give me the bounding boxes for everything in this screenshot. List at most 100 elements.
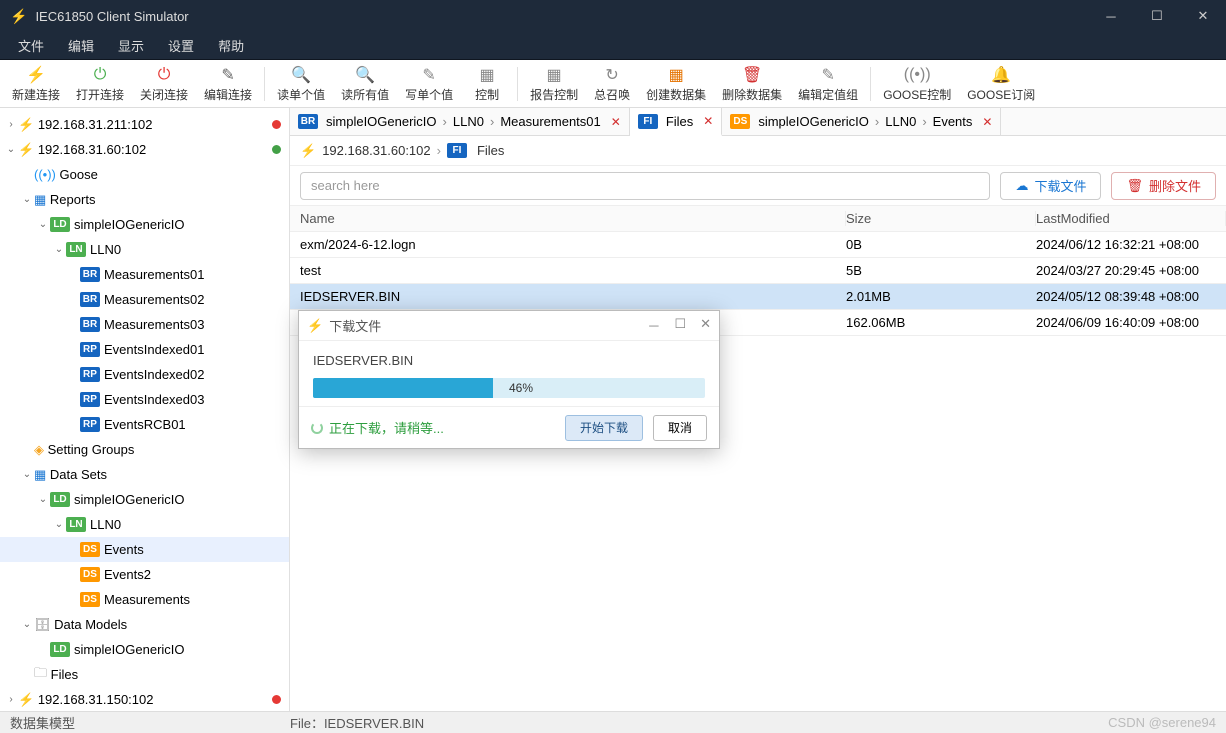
app-icon: ⚡ [10, 8, 27, 25]
tree-ds[interactable]: DSEvents [0, 537, 289, 562]
tree-rp[interactable]: RPEventsIndexed03 [0, 387, 289, 412]
tab[interactable]: FIFiles✕ [630, 108, 723, 136]
app-title: IEC61850 Client Simulator [35, 9, 188, 24]
dialog-titlebar[interactable]: ⚡ 下载文件 － ☐ ✕ [299, 311, 719, 341]
toolbar-打开连接[interactable]: ⏻打开连接 [68, 62, 132, 105]
toolbar-读所有值[interactable]: 🔍读所有值 [333, 62, 397, 105]
tree-datasets[interactable]: ⌄▦ Data Sets [0, 462, 289, 487]
connection-label: 192.168.31.150:102 [38, 692, 154, 707]
menu-显示[interactable]: 显示 [106, 32, 156, 59]
toolbar-icon: 🔍 [291, 64, 311, 86]
spinner-icon [311, 422, 323, 434]
table-row[interactable]: IEDSERVER.BIN2.01MB2024/05/12 08:39:48 +… [290, 284, 1226, 310]
close-button[interactable]: ✕ [1180, 0, 1226, 32]
toolbar-创建数据集[interactable]: ▦创建数据集 [638, 62, 714, 105]
toolbar-删除数据集[interactable]: 🗑删除数据集 [714, 62, 790, 105]
menu-文件[interactable]: 文件 [6, 32, 56, 59]
tab-close-icon[interactable]: ✕ [982, 115, 992, 129]
download-dialog: ⚡ 下载文件 － ☐ ✕ IEDSERVER.BIN 46% 正在下载，请稍等.… [298, 310, 720, 449]
bolt-icon: ⚡ [307, 318, 323, 334]
toolbar-icon: ((•)) [904, 64, 931, 86]
toolbar-icon: ⏻ [94, 64, 107, 86]
connection-label: 192.168.31.211:102 [38, 117, 153, 132]
breadcrumb-page[interactable]: Files [477, 143, 504, 158]
tree-ds[interactable]: DSEvents2 [0, 562, 289, 587]
toolbar-报告控制[interactable]: ▦报告控制 [522, 62, 586, 105]
tree-ld[interactable]: LDsimpleIOGenericIO [0, 637, 289, 662]
breadcrumb: ⚡ 192.168.31.60:102 › FI Files [290, 136, 1226, 166]
toolbar-读单个值[interactable]: 🔍读单个值 [269, 62, 333, 105]
tree-goose[interactable]: ((•)) Goose [0, 162, 289, 187]
col-modified[interactable]: LastModified [1036, 211, 1226, 226]
dialog-filename: IEDSERVER.BIN [313, 353, 705, 368]
tree-reports[interactable]: ⌄▦ Reports [0, 187, 289, 212]
tabs: BRsimpleIOGenericIO›LLN0›Measurements01✕… [290, 108, 1226, 136]
tree-ld[interactable]: ⌄LDsimpleIOGenericIO [0, 212, 289, 237]
dialog-maximize-button[interactable]: ☐ [674, 316, 686, 335]
toolbar-icon: ⏻ [158, 64, 171, 86]
dialog-minimize-button[interactable]: － [647, 316, 660, 335]
tree-rp[interactable]: RPEventsIndexed02 [0, 362, 289, 387]
toolbar-GOOSE订阅[interactable]: 🔔GOOSE订阅 [959, 62, 1043, 105]
table-row[interactable]: test5B2024/03/27 20:29:45 +08:00 [290, 258, 1226, 284]
tab-close-icon[interactable]: ✕ [703, 114, 713, 128]
menubar: 文件编辑显示设置帮助 [0, 32, 1226, 60]
tree-ln[interactable]: ⌄LNLLN0 [0, 237, 289, 262]
tree-rp[interactable]: RPEventsRCB01 [0, 412, 289, 437]
menu-帮助[interactable]: 帮助 [206, 32, 256, 59]
delete-file-button[interactable]: 🗑删除文件 [1111, 172, 1216, 200]
toolbar-icon: ▦ [480, 64, 495, 86]
cancel-button[interactable]: 取消 [653, 415, 707, 441]
toolbar-写单个值[interactable]: ✎写单个值 [397, 62, 461, 105]
breadcrumb-addr[interactable]: 192.168.31.60:102 [322, 143, 430, 158]
tree-ds[interactable]: DSMeasurements [0, 587, 289, 612]
search-input[interactable]: search here [300, 172, 990, 200]
toolbar-separator [517, 67, 518, 101]
tab[interactable]: DSsimpleIOGenericIO›LLN0›Events✕ [722, 108, 1001, 135]
tree-ln[interactable]: ⌄LNLLN0 [0, 512, 289, 537]
tab-badge-icon: DS [730, 114, 750, 129]
progress-bar: 46% [313, 378, 705, 398]
tab[interactable]: BRsimpleIOGenericIO›LLN0›Measurements01✕ [290, 108, 630, 135]
menu-编辑[interactable]: 编辑 [56, 32, 106, 59]
download-file-button[interactable]: ☁下载文件 [1000, 172, 1101, 200]
maximize-button[interactable]: ☐ [1134, 0, 1180, 32]
tree-rp[interactable]: RPEventsIndexed01 [0, 337, 289, 362]
toolbar-编辑定值组[interactable]: ✎编辑定值组 [790, 62, 866, 105]
start-download-button[interactable]: 开始下载 [565, 415, 643, 441]
toolbar-icon: ✎ [221, 64, 234, 86]
tree-datamodels[interactable]: ⌄🗄 Data Models [0, 612, 289, 637]
tree-br[interactable]: BRMeasurements01 [0, 262, 289, 287]
col-size[interactable]: Size [846, 211, 1036, 226]
tree-br[interactable]: BRMeasurements03 [0, 312, 289, 337]
tree-setting-groups[interactable]: ◈ Setting Groups [0, 437, 289, 462]
dialog-title: 下载文件 [329, 316, 381, 335]
cloud-download-icon: ☁ [1015, 178, 1028, 194]
toolbar-控制[interactable]: ▦控制 [461, 62, 513, 105]
connection-item[interactable]: ›⚡ 192.168.31.150:102 [0, 687, 289, 711]
table-row[interactable]: exm/2024-6-12.logn0B2024/06/12 16:32:21 … [290, 232, 1226, 258]
tab-close-icon[interactable]: ✕ [611, 115, 621, 129]
toolbar-icon: ↻ [605, 64, 618, 86]
toolbar-关闭连接[interactable]: ⏻关闭连接 [132, 62, 196, 105]
toolbar-总召唤[interactable]: ↻总召唤 [586, 62, 638, 105]
minimize-button[interactable]: － [1088, 0, 1134, 32]
connection-item[interactable]: ›⚡ 192.168.31.211:102 [0, 112, 289, 137]
col-name[interactable]: Name [290, 211, 846, 226]
tree-files[interactable]: 🗀 Files [0, 662, 289, 687]
toolbar-新建连接[interactable]: ⚡新建连接 [4, 62, 68, 105]
toolbar-icon: 🔍 [355, 64, 375, 86]
toolbar-GOOSE控制[interactable]: ((•))GOOSE控制 [875, 62, 959, 105]
toolbar: ⚡新建连接⏻打开连接⏻关闭连接✎编辑连接🔍读单个值🔍读所有值✎写单个值▦控制▦报… [0, 60, 1226, 108]
sidebar: ›⚡ 192.168.31.211:102 ⌄⚡ 192.168.31.60:1… [0, 108, 290, 711]
toolbar-icon: ▦ [547, 64, 562, 86]
toolbar-编辑连接[interactable]: ✎编辑连接 [196, 62, 260, 105]
titlebar: ⚡ IEC61850 Client Simulator － ☐ ✕ [0, 0, 1226, 32]
connection-item[interactable]: ⌄⚡ 192.168.31.60:102 [0, 137, 289, 162]
menu-设置[interactable]: 设置 [156, 32, 206, 59]
toolbar-icon: ▦ [669, 64, 684, 86]
connection-icon: ⚡ [300, 143, 316, 159]
tree-ld[interactable]: ⌄LDsimpleIOGenericIO [0, 487, 289, 512]
dialog-close-button[interactable]: ✕ [700, 316, 711, 335]
tree-br[interactable]: BRMeasurements02 [0, 287, 289, 312]
